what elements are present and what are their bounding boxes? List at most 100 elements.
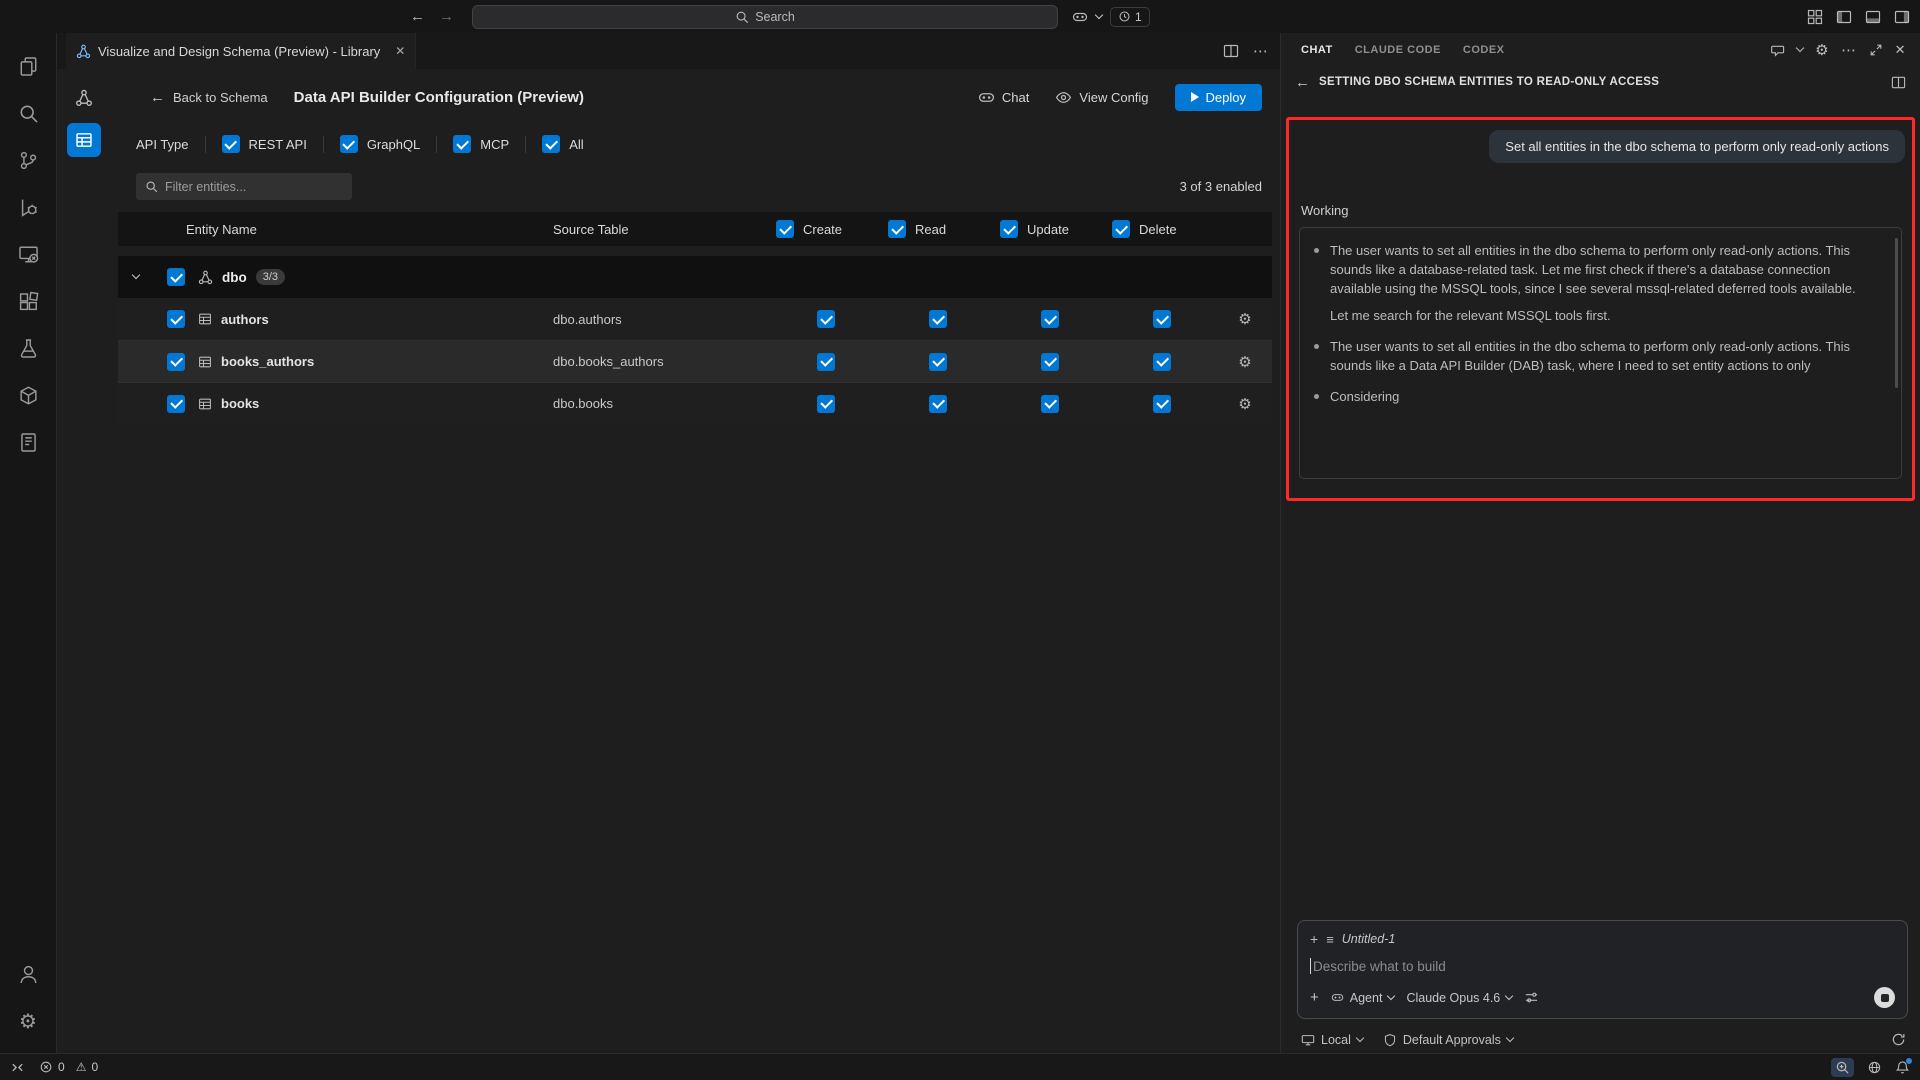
create-checkbox[interactable] [817,395,835,413]
tab-chat[interactable]: CHAT [1301,44,1333,56]
dbo-group-checkbox[interactable] [167,268,185,286]
table-row[interactable]: authors dbo.authors ⚙ [118,298,1272,340]
problems-indicator[interactable]: 0 ⚠ 0 [39,1060,98,1074]
row-checkbox[interactable] [167,395,185,413]
approvals-picker[interactable]: Default Approvals [1383,1033,1513,1047]
zoom-indicator-icon[interactable] [1831,1058,1854,1077]
filter-entities-input[interactable]: Filter entities... [136,173,352,200]
delete-all-checkbox[interactable] [1112,220,1130,238]
open-session-in-editor-icon[interactable] [1891,75,1906,90]
context-file-chip[interactable]: Untitled-1 [1342,932,1396,946]
graphql-label: GraphQL [367,137,420,152]
settings-gear-icon[interactable]: ⚙ [5,998,51,1045]
row-checkbox[interactable] [167,353,185,371]
split-editor-icon[interactable] [1223,43,1239,59]
remote-explorer-icon[interactable] [5,231,51,278]
source-control-icon[interactable] [5,137,51,184]
copilot-menu-chevron-icon[interactable] [1095,10,1103,18]
chat-sessions-chevron-icon[interactable] [1796,44,1804,52]
sql-projects-icon[interactable] [5,419,51,466]
mode-picker[interactable]: Agent [1331,991,1395,1005]
back-to-schema-button[interactable]: ← Back to Schema [150,89,268,106]
deploy-button[interactable]: Deploy [1175,84,1262,111]
read-checkbox[interactable] [929,395,947,413]
extensions-icon[interactable] [5,278,51,325]
schema-group-row[interactable]: dbo 3/3 [118,256,1272,298]
back-button[interactable]: ← [410,8,425,25]
row-checkbox[interactable] [167,310,185,328]
chat-input-placeholder[interactable]: Describe what to build [1313,959,1446,974]
chat-button[interactable]: Chat [978,89,1029,106]
tools-sliders-icon[interactable] [1524,990,1539,1005]
expand-chat-icon[interactable] [1869,43,1883,57]
read-checkbox[interactable] [929,310,947,328]
entity-name-header: Entity Name [118,222,553,237]
command-center-search[interactable]: Search [472,5,1058,29]
search-sidebar-icon[interactable] [5,90,51,137]
view-config-button[interactable]: View Config [1055,89,1148,106]
dab-config-view-button[interactable] [67,123,101,157]
api-option-all[interactable]: All [542,135,583,153]
testing-icon[interactable] [5,325,51,372]
chat-input-box[interactable]: + ≡ Untitled-1 Describe what to build + … [1297,920,1908,1019]
customize-layout-icon[interactable] [1807,9,1823,25]
update-all-checkbox[interactable] [1000,220,1018,238]
create-all-checkbox[interactable] [776,220,794,238]
stop-button[interactable] [1874,987,1895,1008]
copilot-icon[interactable] [1072,9,1088,25]
session-count-pill[interactable]: 1 [1110,7,1150,27]
add-context-icon[interactable]: + [1310,931,1318,947]
editor-more-actions-icon[interactable]: ⋯ [1253,42,1268,60]
toggle-sidebar-icon[interactable] [1836,9,1852,25]
tab-schema-designer[interactable]: Visualize and Design Schema (Preview) - … [66,33,416,69]
api-option-graphql[interactable]: GraphQL [340,135,420,153]
tab-close-icon[interactable]: ✕ [395,44,405,58]
update-checkbox[interactable] [1041,310,1059,328]
delete-checkbox[interactable] [1153,353,1171,371]
close-chat-icon[interactable]: ✕ [1895,42,1906,58]
sync-icon[interactable] [1891,1032,1906,1047]
session-back-icon[interactable]: ← [1295,74,1310,91]
delete-checkbox[interactable] [1153,395,1171,413]
chat-settings-gear-icon[interactable]: ⚙ [1815,41,1829,59]
chat-sessions-icon[interactable] [1770,43,1785,58]
run-debug-icon[interactable] [5,184,51,231]
explorer-icon[interactable] [5,43,51,90]
table-row[interactable]: books_authors dbo.books_authors ⚙ [118,340,1272,382]
row-settings-gear-icon[interactable]: ⚙ [1218,395,1272,413]
scrollbar-thumb[interactable] [1895,238,1898,388]
environment-picker[interactable]: Local [1301,1033,1363,1047]
model-picker[interactable]: Claude Opus 4.6 [1406,991,1512,1005]
chat-more-actions-icon[interactable]: ⋯ [1841,41,1857,59]
tab-codex[interactable]: CODEX [1463,44,1505,56]
rest-api-checkbox[interactable] [222,135,240,153]
remote-indicator-icon[interactable] [10,1060,25,1075]
forward-button[interactable]: → [439,8,454,25]
create-checkbox[interactable] [817,310,835,328]
read-checkbox[interactable] [929,353,947,371]
language-globe-icon[interactable] [1867,1060,1882,1075]
toggle-secondary-sidebar-icon[interactable] [1894,9,1910,25]
all-checkbox[interactable] [542,135,560,153]
delete-checkbox[interactable] [1153,310,1171,328]
row-settings-gear-icon[interactable]: ⚙ [1218,353,1272,371]
tab-claude-code[interactable]: CLAUDE CODE [1355,44,1441,56]
toggle-panel-icon[interactable] [1865,9,1881,25]
update-checkbox[interactable] [1041,395,1059,413]
collapse-chevron-icon[interactable] [132,271,140,279]
update-checkbox[interactable] [1041,353,1059,371]
read-all-checkbox[interactable] [888,220,906,238]
graphql-checkbox[interactable] [340,135,358,153]
api-option-rest[interactable]: REST API [222,135,307,153]
row-settings-gear-icon[interactable]: ⚙ [1218,310,1272,328]
create-checkbox[interactable] [817,353,835,371]
table-row[interactable]: books dbo.books ⚙ [118,382,1272,424]
attach-icon[interactable]: + [1310,989,1319,1006]
schema-diagram-view-button[interactable] [67,81,101,115]
api-option-mcp[interactable]: MCP [453,135,509,153]
database-objects-icon[interactable] [5,372,51,419]
mcp-checkbox[interactable] [453,135,471,153]
account-icon[interactable] [5,951,51,998]
notifications-bell-icon[interactable] [1895,1060,1910,1075]
assistant-thinking-box[interactable]: The user wants to set all entities in th… [1299,227,1902,479]
